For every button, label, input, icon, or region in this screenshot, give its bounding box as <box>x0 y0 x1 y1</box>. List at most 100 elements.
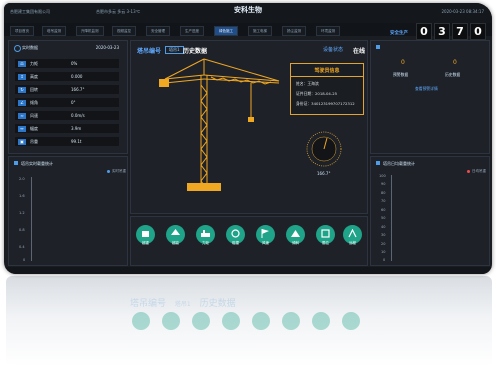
y-tick-label: 60 <box>381 208 386 212</box>
crane-number-label: 塔吊编号 <box>137 48 162 55</box>
sensor-row-wind: ≈ 风速 0.0m/s <box>15 111 119 120</box>
warning-left-label: 预警数据 <box>393 72 409 77</box>
y-tick-label: 0.4 <box>19 245 25 249</box>
nav-tab-home[interactable]: 项目首页 <box>10 26 34 36</box>
y-tick-label: 2.0 <box>19 177 25 181</box>
moment-icon <box>201 230 210 237</box>
legend-dot <box>467 170 470 173</box>
reflection-circle <box>162 312 180 330</box>
counter-digit: 3 <box>434 23 450 40</box>
reflection-buttons <box>132 312 362 332</box>
sensor-value: 0.0m/s <box>71 113 85 118</box>
sensor-label: 回转 <box>30 87 38 92</box>
y-tick-label: 1.6 <box>19 194 25 198</box>
sensor-label: 风速 <box>30 113 38 118</box>
sensor-row-rotation: ↻ 回转 166.7° <box>15 85 119 94</box>
realtime-panel-title: 实时数据 <box>22 45 38 50</box>
button-label: 限位 <box>322 241 329 245</box>
daily-load-chart-panel: 塔吊日均载重统计 日均吊重 100 90 80 70 60 50 40 30 2… <box>370 156 490 266</box>
limit-icon <box>321 229 330 238</box>
warning-right-value: 0 <box>453 59 457 66</box>
angle-icon: ↻ <box>18 86 26 93</box>
y-axis-line <box>391 175 392 261</box>
rotation-compass <box>306 131 342 167</box>
sensor-row-tilt: ∠ 倾角 0° <box>15 98 119 107</box>
current-datetime: 2020-03-23 08:34:17 <box>441 9 484 14</box>
y-tick-label: 80 <box>381 191 386 195</box>
reflection-circle <box>312 312 330 330</box>
crane-select[interactable]: 塔吊1 <box>165 46 184 54</box>
nav-tab-video[interactable]: 视频监控 <box>112 26 136 36</box>
button-label: 力矩 <box>202 241 209 245</box>
sensor-label: 吊重 <box>30 139 38 144</box>
button-label: 远程 <box>349 241 356 245</box>
safety-counter-label: 安全生产 <box>390 31 408 36</box>
flag-icon <box>261 229 269 238</box>
reflection-circle <box>282 312 300 330</box>
warning-right-label: 历史数据 <box>445 72 461 77</box>
device-status-value: 在线 <box>353 48 366 55</box>
driver-info-card: 驾驶员信息 姓名：王海滨 证件日期：2018-04-25 身份证：3401231… <box>290 63 364 115</box>
y-tick-label: 30 <box>381 233 386 237</box>
nav-tab-dust[interactable]: 扬尘监测 <box>282 26 306 36</box>
driver-id-number: 身份证：340123199707172312 <box>296 101 355 106</box>
y-tick-label: 90 <box>381 182 386 186</box>
button-label: 超重 <box>142 241 149 245</box>
nav-tab-lift[interactable]: 施工电梯 <box>248 26 272 36</box>
nav-tab-progress[interactable]: 生产进度 <box>180 26 204 36</box>
reflection-circle <box>132 312 150 330</box>
nav-tab-elevator[interactable]: 升降机监测 <box>76 26 104 36</box>
sensor-value: 0.000 <box>71 74 83 79</box>
nav-tab-crane[interactable]: 塔吊监测 <box>42 26 66 36</box>
sensor-row-radius: ↔ 幅度 3.9m <box>15 124 119 133</box>
reflection-circle <box>222 312 240 330</box>
y-tick-label: 50 <box>381 216 386 220</box>
right-chart-legend: 日均吊重 <box>472 169 486 173</box>
left-chart-legend: 实时吊重 <box>112 169 126 173</box>
bottom-status-strip <box>4 267 492 274</box>
sensor-row-height: ↕ 高度 0.000 <box>15 72 119 81</box>
y-tick-label: 10 <box>381 250 386 254</box>
right-chart-title: 塔吊日均载重统计 <box>383 161 415 166</box>
legend-dot <box>107 170 110 173</box>
chart-icon <box>14 161 18 165</box>
history-data-link[interactable]: 历史数据 <box>183 46 207 55</box>
y-tick-label: 100 <box>379 174 386 178</box>
button-label: 超高 <box>172 241 179 245</box>
tilt-icon: ∠ <box>18 99 26 106</box>
y-tick-label: 1.2 <box>19 211 25 215</box>
button-label: 碰撞 <box>232 241 239 245</box>
radius-icon: ↔ <box>18 125 26 132</box>
driver-info-title: 驾驶员信息 <box>314 68 340 74</box>
sensor-value: 0° <box>71 100 76 105</box>
y-tick-label: 70 <box>381 199 386 203</box>
collision-icon <box>231 229 240 238</box>
tilt-icon <box>291 230 300 237</box>
warning-left-value: 0 <box>401 59 405 66</box>
reflection-circle <box>192 312 210 330</box>
y-axis-line <box>31 177 32 261</box>
nav-tab-environment[interactable]: 环境监测 <box>316 26 340 36</box>
sensor-row-load: ▣ 吊重 99.1t <box>15 137 119 146</box>
y-tick-label: 0.8 <box>19 228 25 232</box>
compass-reading: 166.7° <box>317 171 331 176</box>
weather-text: 合肥市多云 多云 3-13℃ <box>96 9 141 14</box>
nav-tab-safety[interactable]: 安全管理 <box>146 26 170 36</box>
remote-icon <box>348 229 357 238</box>
sensor-label: 力矩 <box>30 61 38 66</box>
reflection-left-text: 塔吊编号 <box>130 299 167 309</box>
y-tick-label: 0 <box>23 258 26 262</box>
realtime-load-chart-panel: 塔吊实时载重统计 实时吊重 2.0 1.6 1.2 0.8 0.4 0 <box>8 156 128 266</box>
dashboard-screen: 合肥建工集团有限公司 安科生物 2020-03-23 08:34:17 项目首页… <box>4 3 492 274</box>
warning-panel: 0 0 预警数据 历史数据 查看预警详情 <box>370 40 490 154</box>
reflection-right-text: 历史数据 <box>199 299 236 309</box>
overload-icon <box>142 231 149 237</box>
wind-icon: ≈ <box>18 112 26 119</box>
reflection-circle <box>342 312 360 330</box>
counter-digit: 0 <box>416 23 432 40</box>
nav-tab-green[interactable]: 绿色施工 <box>214 26 238 36</box>
button-label: 风速 <box>262 241 269 245</box>
warning-detail-link[interactable]: 查看预警详情 <box>415 86 438 92</box>
load-icon: ▣ <box>18 138 26 145</box>
title-bar: 合肥建工集团有限公司 安科生物 2020-03-23 08:34:17 <box>4 3 492 23</box>
